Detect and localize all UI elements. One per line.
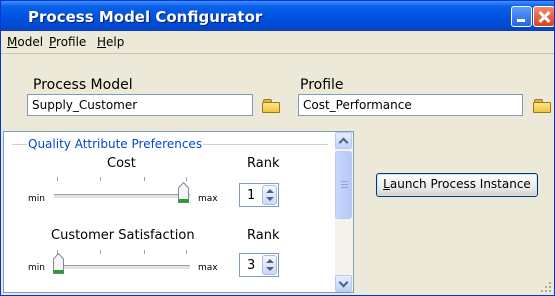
menu-model-label: odel <box>17 35 44 49</box>
slider-min-label: min <box>28 263 45 273</box>
launch-label: aunch Process Instance <box>389 177 531 191</box>
group-border-right <box>200 144 328 145</box>
process-model-field[interactable]: Supply_Customer <box>27 94 253 116</box>
title-bar[interactable]: Process Model Configurator <box>1 1 554 31</box>
satisfaction-rank-value: 3 <box>247 258 256 273</box>
scroll-down-button[interactable] <box>335 275 352 292</box>
menu-model[interactable]: Model <box>7 35 43 49</box>
menu-model-accel: M <box>7 35 18 49</box>
satisfaction-slider-track[interactable] <box>54 265 190 270</box>
slider-tick <box>57 177 58 181</box>
menu-profile-accel: P <box>49 35 57 49</box>
slider-tick <box>100 250 101 254</box>
menu-help[interactable]: Help <box>97 35 124 49</box>
folder-icon[interactable] <box>533 99 551 113</box>
close-button[interactable] <box>533 6 554 27</box>
chevron-down-icon <box>338 277 349 288</box>
slider-min-label: min <box>28 194 45 204</box>
chevron-up-icon <box>338 137 349 148</box>
menu-bar: Model Profile Help <box>1 31 554 54</box>
slider-tick <box>186 250 187 254</box>
menu-profile[interactable]: Profile <box>49 35 86 49</box>
cost-rank-value: 1 <box>247 188 256 203</box>
cost-rank-spinner[interactable]: 1 <box>239 183 279 207</box>
app-window: Process Model Configurator Model Profile… <box>0 0 555 296</box>
scroll-thumb[interactable] <box>335 151 352 219</box>
profile-label: Profile <box>300 77 344 93</box>
group-title: Quality Attribute Preferences <box>27 137 204 151</box>
scroll-up-button[interactable] <box>335 132 352 149</box>
menu-help-label: elp <box>106 35 125 49</box>
spinner-buttons[interactable] <box>262 185 277 205</box>
folder-icon[interactable] <box>262 99 280 113</box>
spinner-up-icon[interactable] <box>266 189 274 193</box>
slider-max-label: max <box>198 194 218 204</box>
slider-tick <box>144 250 145 254</box>
satisfaction-rank-spinner[interactable]: 3 <box>239 253 279 277</box>
spinner-down-icon[interactable] <box>266 267 274 271</box>
vertical-scrollbar[interactable] <box>335 132 353 292</box>
process-model-label: Process Model <box>33 77 133 93</box>
slider-max-label: max <box>198 263 218 273</box>
resize-grip-icon[interactable] <box>541 282 551 292</box>
minimize-button[interactable] <box>511 6 532 27</box>
launch-accel: L <box>383 177 390 191</box>
spinner-down-icon[interactable] <box>266 197 274 201</box>
menu-profile-label: rofile <box>56 35 87 49</box>
spinner-up-icon[interactable] <box>266 259 274 263</box>
preferences-panel: Quality Attribute Preferences Cost Rank … <box>3 131 354 293</box>
group-border-left <box>12 144 27 145</box>
satisfaction-slider-thumb[interactable] <box>53 252 64 274</box>
launch-process-instance-button[interactable]: Launch Process Instance <box>376 173 538 197</box>
slider-tick <box>144 177 145 181</box>
attribute-label-cost: Cost <box>107 156 136 171</box>
spinner-buttons[interactable] <box>262 255 277 275</box>
rank-label: Rank <box>247 228 280 243</box>
slider-tick <box>186 177 187 181</box>
rank-label: Rank <box>247 156 280 171</box>
cost-slider-track[interactable] <box>54 194 190 199</box>
profile-field[interactable]: Cost_Performance <box>298 94 523 116</box>
slider-tick <box>100 177 101 181</box>
attribute-label-customer-satisfaction: Customer Satisfaction <box>51 228 195 243</box>
window-title: Process Model Configurator <box>28 8 263 26</box>
menu-help-accel: H <box>97 35 107 49</box>
cost-slider-thumb[interactable] <box>178 181 189 203</box>
